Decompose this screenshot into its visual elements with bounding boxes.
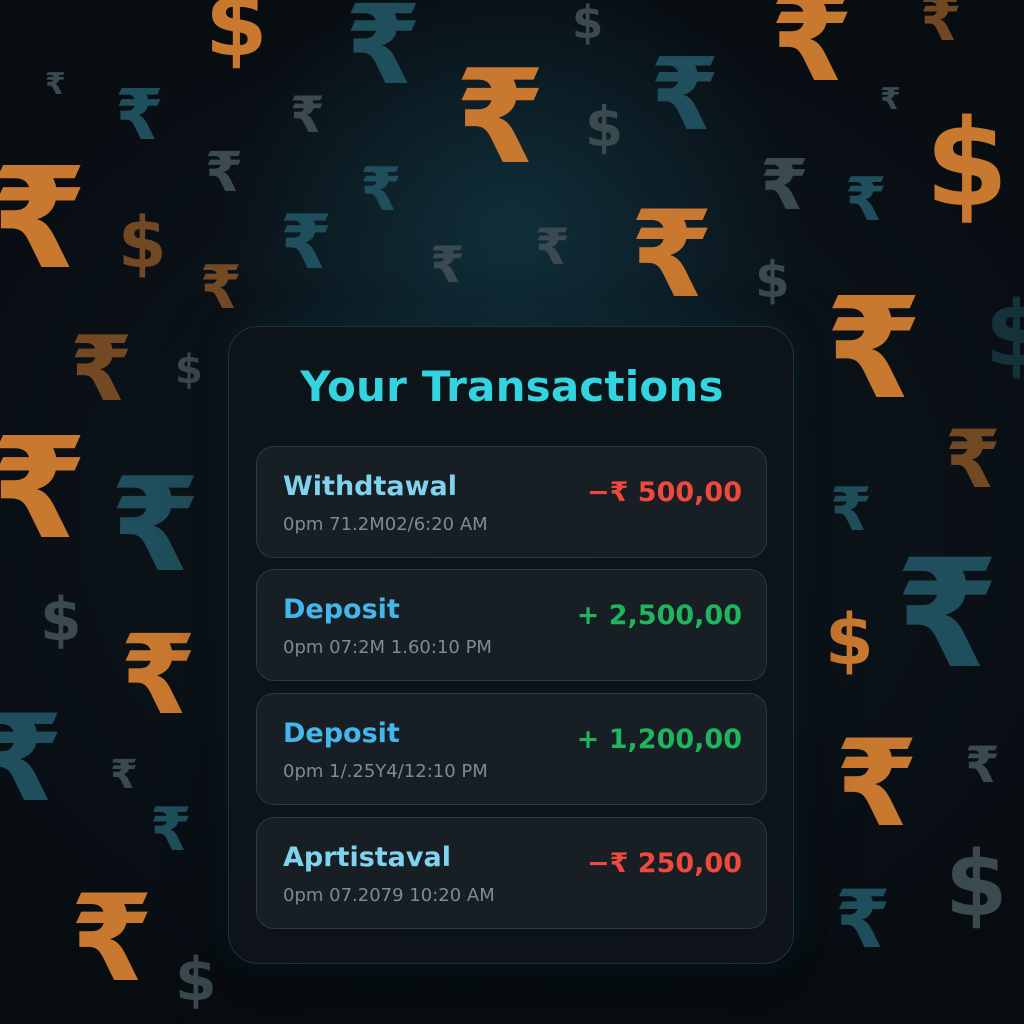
rupee-icon: ₹ — [205, 140, 244, 204]
rupee-icon: ₹ — [115, 74, 164, 156]
rupee-icon: ₹ — [0, 408, 88, 571]
transaction-amount: −₹ 500,00 — [587, 477, 742, 508]
rupee-icon: ₹ — [535, 218, 570, 276]
rupee-icon: ₹ — [110, 449, 201, 601]
rupee-icon: ₹ — [70, 870, 154, 1009]
rupee-icon: ₹ — [345, 0, 422, 109]
dollar-icon: $ — [205, 0, 268, 77]
app-screen: ₹ ₹ ₹ ₹ ₹ ₹ ₹ ₹ ₹ ₹ ₹ ₹ ₹ $ $ $ $ ₹ ₹ ₹ … — [0, 0, 1024, 1024]
dollar-icon: $ — [40, 585, 82, 655]
transaction-row-deposit[interactable]: Deposit 0pm 07:2M 1.60:10 PM + 2,500,00 — [256, 569, 767, 681]
transaction-type: Deposit — [283, 594, 400, 625]
dollar-icon: $ — [825, 599, 874, 681]
rupee-icon: ₹ — [945, 413, 1001, 506]
rupee-icon: ₹ — [650, 36, 720, 153]
rupee-icon: ₹ — [150, 795, 192, 865]
rupee-icon: ₹ — [360, 155, 402, 225]
rupee-icon: ₹ — [0, 138, 88, 301]
rupee-icon: ₹ — [280, 198, 333, 286]
rupee-icon: ₹ — [880, 82, 901, 117]
page-title: Your Transactions — [300, 362, 724, 411]
dollar-icon: $ — [572, 0, 604, 49]
transaction-amount: + 2,500,00 — [576, 600, 742, 631]
transaction-timestamp: 0pm 71.2M02/6:20 AM — [283, 514, 488, 535]
rupee-icon: ₹ — [830, 475, 872, 545]
transaction-row-withdrawal[interactable]: Withdtawal 0pm 71.2M02/6:20 AM −₹ 500,00 — [256, 446, 767, 558]
dollar-icon: $ — [585, 95, 624, 159]
dollar-icon: $ — [755, 251, 790, 309]
rupee-icon: ₹ — [455, 41, 546, 193]
rupee-icon: ₹ — [0, 690, 64, 829]
rupee-icon: ₹ — [835, 715, 919, 854]
transaction-row-deposit[interactable]: Deposit 0pm 1/.25Y4/12:10 PM + 1,200,00 — [256, 693, 767, 805]
transaction-amount: −₹ 250,00 — [587, 848, 742, 879]
transaction-timestamp: 0pm 07.2079 10:20 AM — [283, 885, 495, 906]
transaction-timestamp: 0pm 07:2M 1.60:10 PM — [283, 637, 492, 658]
dollar-icon: $ — [118, 202, 167, 284]
transaction-type: Withdtawal — [283, 471, 458, 502]
rupee-icon: ₹ — [430, 236, 465, 294]
rupee-icon: ₹ — [630, 186, 714, 325]
rupee-icon: ₹ — [835, 873, 891, 966]
rupee-icon: ₹ — [895, 528, 1000, 702]
rupee-icon: ₹ — [770, 0, 854, 109]
rupee-icon: ₹ — [845, 165, 887, 235]
dollar-icon: $ — [925, 95, 1009, 234]
rupee-icon: ₹ — [290, 86, 325, 144]
transaction-row-withdrawal[interactable]: Aprtistaval 0pm 07.2079 10:20 AM −₹ 250,… — [256, 817, 767, 929]
rupee-icon: ₹ — [965, 736, 1000, 794]
rupee-icon: ₹ — [120, 611, 197, 739]
rupee-icon: ₹ — [45, 67, 66, 102]
transaction-timestamp: 0pm 1/.25Y4/12:10 PM — [283, 761, 488, 782]
rupee-icon: ₹ — [920, 0, 962, 55]
rupee-icon: ₹ — [760, 144, 809, 226]
transaction-type: Deposit — [283, 718, 400, 749]
transaction-type: Aprtistaval — [283, 842, 451, 873]
dollar-icon: $ — [175, 945, 217, 1015]
dollar-icon: $ — [945, 832, 1008, 937]
rupee-icon: ₹ — [110, 752, 138, 798]
rupee-icon: ₹ — [200, 253, 242, 323]
transaction-amount: + 1,200,00 — [576, 724, 742, 755]
